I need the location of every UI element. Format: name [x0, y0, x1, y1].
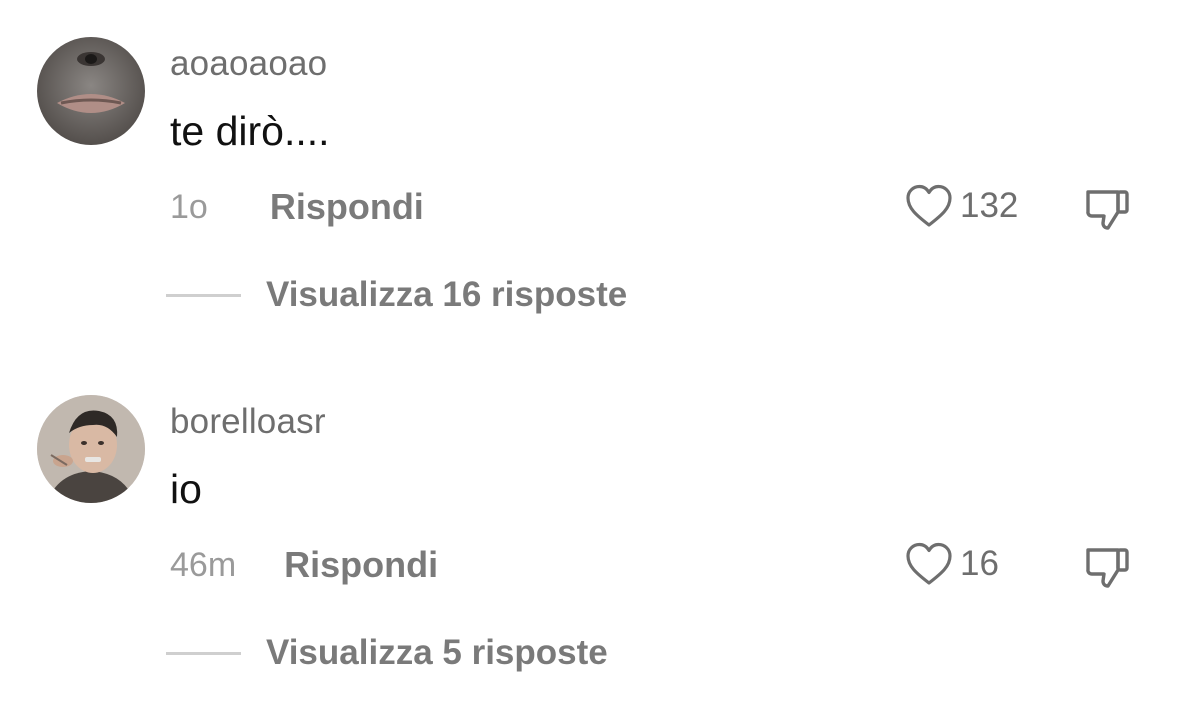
view-replies-button[interactable]: Visualizza 5 risposte — [166, 633, 608, 673]
replies-divider-line — [166, 293, 241, 297]
comment-username[interactable]: borelloasr — [170, 402, 326, 442]
comment-timestamp: 46m — [170, 545, 237, 584]
avatar[interactable] — [37, 37, 145, 145]
like-count: 132 — [960, 186, 1019, 225]
reply-button[interactable]: Rispondi — [284, 544, 438, 586]
like-button[interactable]: 16 — [904, 541, 999, 587]
like-count: 16 — [960, 544, 999, 583]
like-button[interactable]: 132 — [904, 183, 1018, 229]
comment-meta: 46m Rispondi — [170, 544, 438, 586]
avatar[interactable] — [37, 395, 145, 503]
heart-outline-icon — [906, 184, 952, 227]
dislike-button[interactable] — [1082, 184, 1132, 234]
view-replies-label: Visualizza 5 risposte — [266, 633, 608, 672]
comment-item: borelloasr io 46m Rispondi 16 Visualizza… — [0, 358, 1179, 698]
comment-text: io — [170, 466, 202, 512]
thumbs-down-icon — [1086, 548, 1129, 588]
view-replies-button[interactable]: Visualizza 16 risposte — [166, 275, 627, 315]
replies-divider-line — [166, 651, 241, 655]
comment-item: aoaoaoao te dirò.... 1o Rispondi 132 Vis… — [0, 0, 1179, 340]
comment-username[interactable]: aoaoaoao — [170, 44, 327, 84]
thumbs-down-icon — [1086, 190, 1129, 230]
view-replies-label: Visualizza 16 risposte — [266, 275, 628, 314]
heart-outline-icon — [906, 542, 952, 585]
dislike-button[interactable] — [1082, 542, 1132, 592]
reply-button[interactable]: Rispondi — [270, 186, 424, 228]
avatar-image — [37, 395, 145, 503]
comment-meta: 1o Rispondi — [170, 186, 424, 228]
comment-timestamp: 1o — [170, 187, 208, 226]
avatar-image — [37, 37, 145, 145]
comment-text: te dirò.... — [170, 108, 330, 154]
